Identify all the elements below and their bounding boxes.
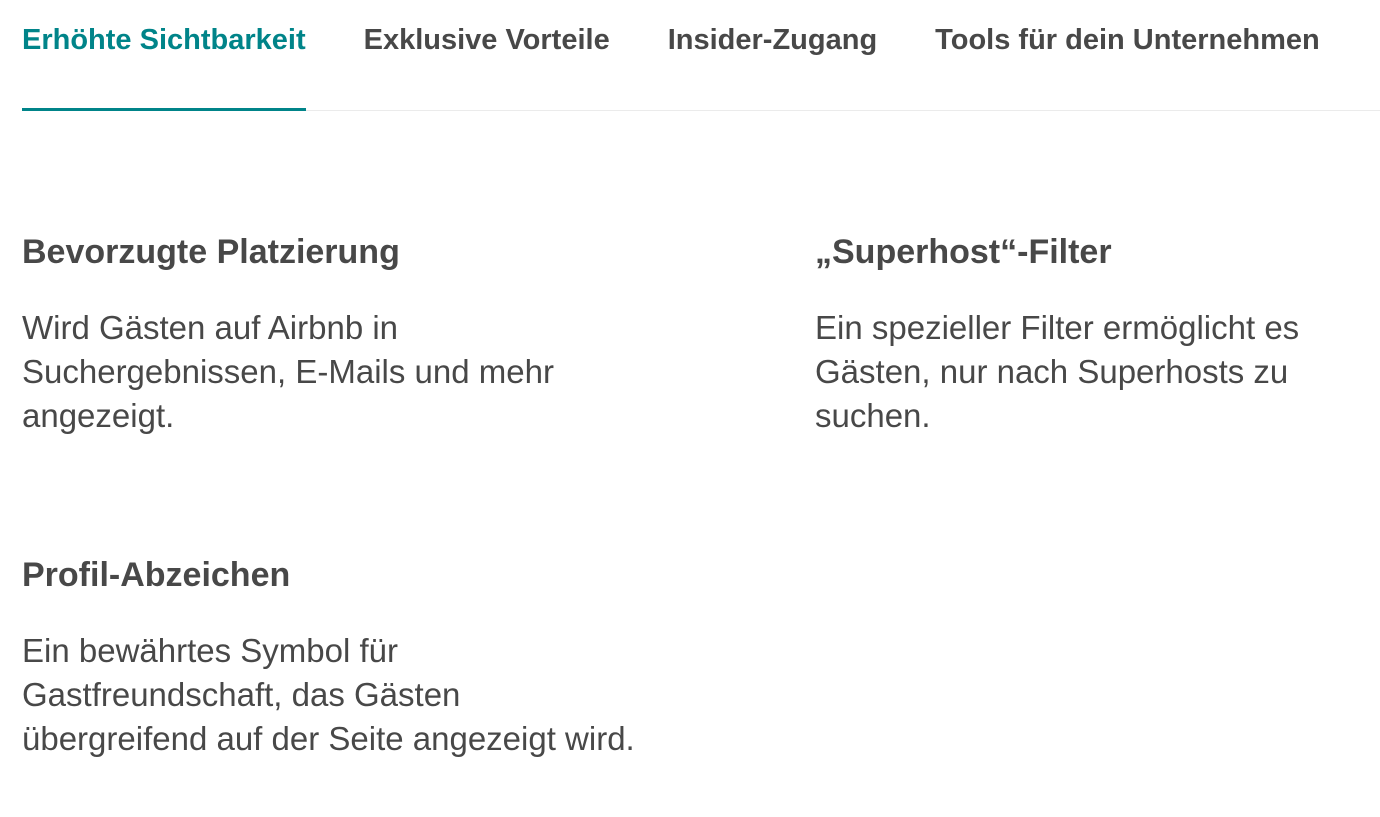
- tab-exklusive-vorteile[interactable]: Exklusive Vorteile: [364, 0, 610, 110]
- feature-superhost-filter: „Superhost“-Filter Ein spezieller Filter…: [815, 232, 1375, 438]
- tab-bar: Erhöhte Sichtbarkeit Exklusive Vorteile …: [22, 0, 1380, 111]
- feature-description: Ein spezieller Filter ermöglicht es Gäst…: [815, 309, 1300, 434]
- feature-title: Bevorzugte Platzierung: [22, 233, 400, 271]
- feature-title: Profil-Abzeichen: [22, 556, 291, 594]
- feature-description: Ein bewährtes Symbol für Gastfreundschaf…: [22, 632, 635, 757]
- tab-tools-fuer-unternehmen[interactable]: Tools für dein Unternehmen: [935, 0, 1320, 110]
- tab-insider-zugang[interactable]: Insider-Zugang: [668, 0, 877, 110]
- feature-profil-abzeichen: Profil-Abzeichen Ein bewährtes Symbol fü…: [22, 555, 642, 761]
- feature-bevorzugte-platzierung: Bevorzugte Platzierung Wird Gästen auf A…: [22, 232, 642, 438]
- tab-erhoehte-sichtbarkeit[interactable]: Erhöhte Sichtbarkeit: [22, 0, 306, 111]
- feature-description: Wird Gästen auf Airbnb in Suchergebnisse…: [22, 309, 554, 434]
- feature-title: „Superhost“-Filter: [815, 233, 1112, 271]
